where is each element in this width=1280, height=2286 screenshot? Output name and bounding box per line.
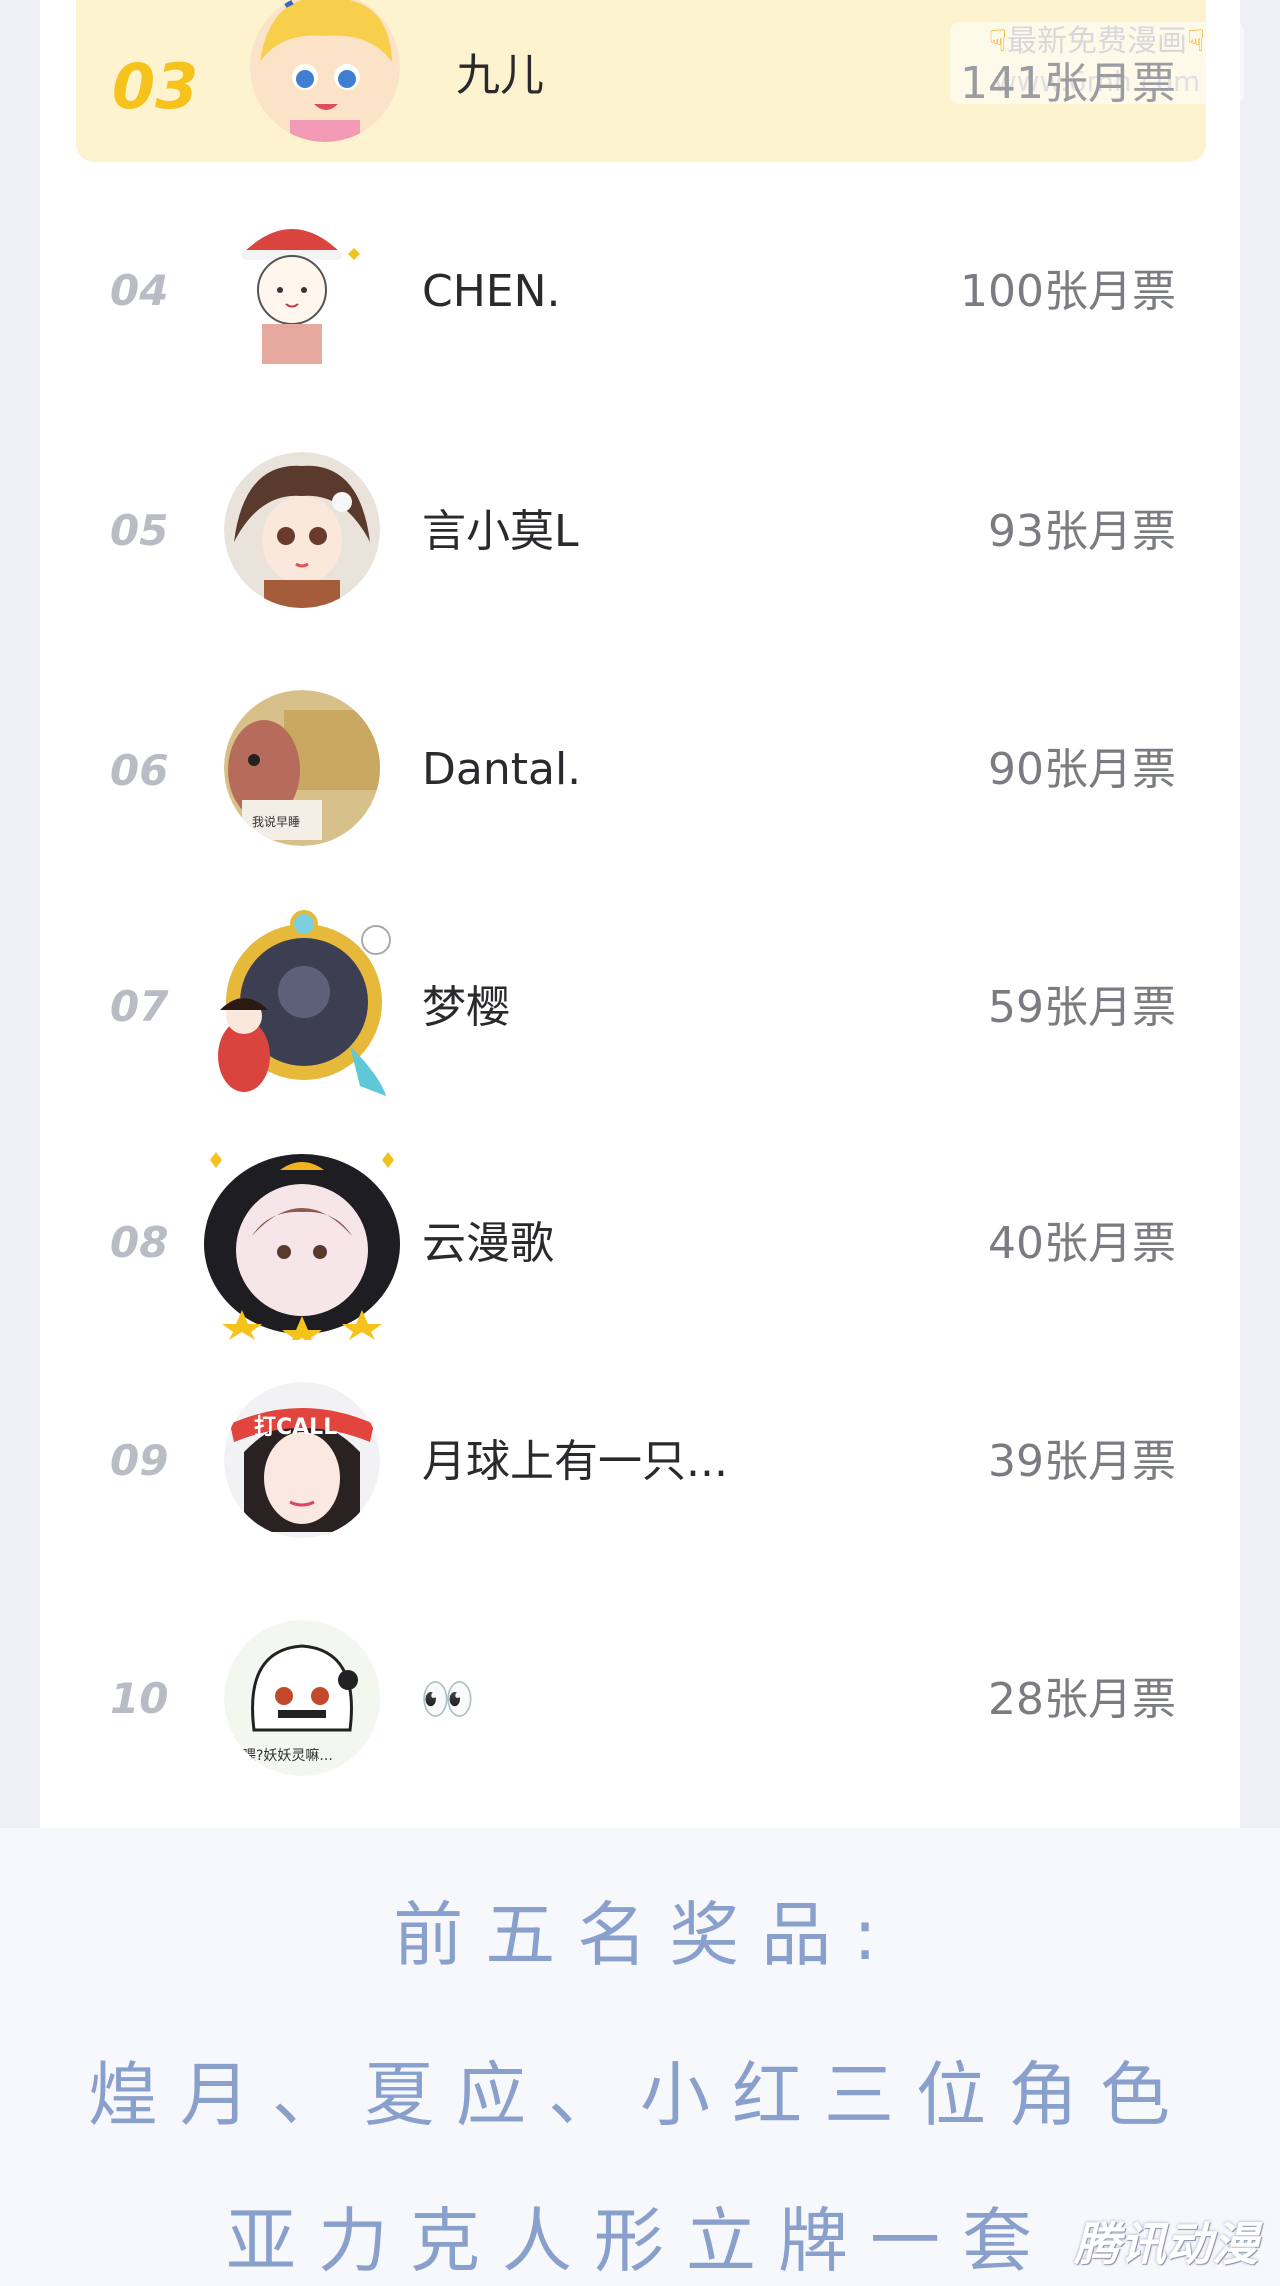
rank-number: 06	[110, 746, 169, 795]
ranking-row-06[interactable]: 06 我说早睡 Dantal. 90张月票	[0, 668, 1280, 868]
framed-dark-avatar[interactable]	[200, 906, 400, 1106]
user-name: 👀	[420, 1674, 475, 1725]
user-name: 九儿	[456, 50, 544, 101]
call-girl-avatar[interactable]: 打CALL	[224, 1382, 380, 1538]
blonde-chibi-avatar[interactable]	[250, 0, 400, 142]
meme-dog-avatar[interactable]: 我说早睡	[224, 690, 380, 846]
vote-count: 90张月票	[988, 744, 1176, 795]
sketch-ghost-avatar[interactable]: 喂?妖妖灵嘛...	[224, 1620, 380, 1776]
ancient-girl-avatar[interactable]	[224, 452, 380, 608]
ranking-row-08[interactable]: 08 云漫歌 40张月票	[0, 1140, 1280, 1340]
watermark-text: 最新免费漫画	[1007, 24, 1187, 59]
vote-count: 141张月票	[960, 58, 1176, 109]
user-name: 梦樱	[422, 982, 510, 1033]
avatar-caption: 我说早睡	[252, 814, 300, 829]
prize-section: 前五名奖品: 煌月、夏应、小红三位角色 亚力克人形立牌一套 腾讯动漫	[0, 1828, 1280, 2286]
santa-hat-chibi-avatar[interactable]	[222, 214, 378, 370]
ranking-row-07[interactable]: 07 梦樱 59张月票	[0, 906, 1280, 1106]
user-name: CHEN.	[422, 266, 561, 317]
vote-count: 39张月票	[988, 1436, 1176, 1487]
rank-number: 03	[112, 50, 199, 123]
vote-count: 59张月票	[988, 982, 1176, 1033]
tencent-comic-logo: 腾讯动漫	[1074, 2217, 1258, 2271]
avatar-caption: 喂?妖妖灵嘛...	[242, 1748, 333, 1764]
rank-number: 04	[110, 266, 169, 315]
vote-count: 100张月票	[960, 266, 1176, 317]
ranking-row-09[interactable]: 09 打CALL 月球上有一只... 39张月票	[0, 1358, 1280, 1558]
rank-number: 09	[110, 1436, 169, 1485]
ranking-row-05[interactable]: 05 言小莫L 93张月票	[0, 430, 1280, 630]
prize-line-characters: 煌月、夏应、小红三位角色	[88, 2054, 1192, 2136]
ranking-row-10[interactable]: 10 喂?妖妖灵嘛... 👀 28张月票	[0, 1596, 1280, 1796]
ranking-row-04[interactable]: 04 CHEN. 100张月票	[0, 192, 1280, 392]
vote-count: 93张月票	[988, 506, 1176, 557]
rank-number: 05	[110, 506, 169, 555]
user-name: 月球上有一只...	[422, 1436, 728, 1487]
hand-pointer-icon: ☟	[988, 24, 1007, 59]
user-name: 言小莫L	[422, 506, 579, 557]
vote-count: 28张月票	[988, 1674, 1176, 1725]
avatar-caption: 打CALL	[254, 1415, 337, 1440]
user-name: 云漫歌	[422, 1218, 554, 1269]
prize-heading: 前五名奖品:	[393, 1894, 899, 1976]
user-name: Dantal.	[422, 744, 582, 795]
hand-pointer-icon: ☟	[1187, 24, 1206, 59]
penguin-frame-avatar[interactable]	[196, 1140, 406, 1340]
rank-number: 10	[110, 1674, 169, 1723]
vote-count: 40张月票	[988, 1218, 1176, 1269]
